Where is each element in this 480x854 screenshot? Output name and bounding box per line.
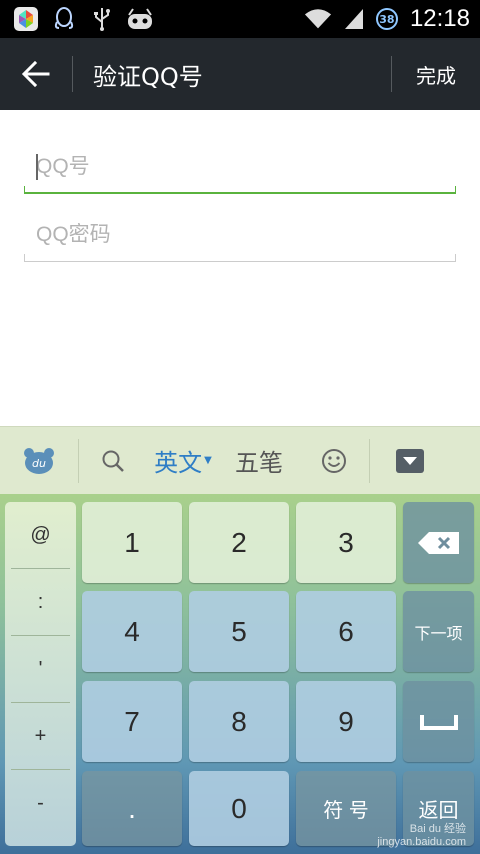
qq-number-field [24, 140, 456, 194]
done-button[interactable]: 完成 [392, 38, 480, 110]
key-4[interactable]: 4 [82, 591, 182, 672]
key-3[interactable]: 3 [296, 502, 396, 583]
field-underline [24, 186, 456, 194]
symbol-key[interactable]: ' [5, 636, 76, 703]
symbol-key[interactable]: - [5, 770, 76, 837]
key-7[interactable]: 7 [82, 681, 182, 762]
key-2[interactable]: 2 [189, 502, 289, 583]
watermark-url: jingyan.baidu.com [377, 836, 466, 848]
space-icon [419, 714, 458, 730]
space-key[interactable] [403, 681, 474, 762]
watermark-text: Bai du 经验 [409, 823, 466, 835]
wifi-icon [304, 5, 332, 33]
app-bar: 验证QQ号 完成 [0, 38, 480, 110]
watermark: Bai du 经验 jingyan.baidu.com [377, 820, 466, 848]
key-0[interactable]: 0 [189, 771, 289, 846]
key-6[interactable]: 6 [296, 591, 396, 672]
qq-number-input[interactable] [24, 155, 456, 179]
key-dot[interactable]: . [82, 771, 182, 846]
wubi-mode-label: 五笔 [235, 449, 283, 477]
app-bar-divider [72, 56, 73, 92]
key-1[interactable]: 1 [82, 502, 182, 583]
arrow-left-icon [22, 60, 50, 88]
keyboard-toolbar: du 英文 ▼ 五笔 [0, 426, 480, 494]
qq-password-field [24, 208, 456, 262]
android-debug-icon [126, 5, 154, 33]
battery-icon: 38 [375, 8, 398, 30]
delete-key[interactable] [403, 502, 474, 583]
backspace-icon [417, 531, 459, 554]
field-underline [24, 254, 456, 262]
usb-icon [88, 5, 116, 33]
english-mode-tab[interactable]: 英文 ▼ [147, 427, 219, 495]
keyboard: @ : ' + - 1 2 3 4 5 6 7 8 9 . 0 符 号 下一项 … [0, 494, 480, 854]
next-field-key[interactable]: 下一项 [403, 591, 474, 672]
symbol-column: @ : ' + - [5, 502, 76, 846]
qq-password-input[interactable] [24, 223, 456, 247]
symbol-key[interactable]: @ [5, 502, 76, 569]
svg-text:du: du [32, 457, 46, 470]
app-store-icon [12, 5, 40, 33]
search-icon[interactable] [79, 427, 147, 495]
key-8[interactable]: 8 [189, 681, 289, 762]
login-form [24, 140, 456, 262]
keyboard-hide-icon[interactable] [370, 427, 449, 495]
symbol-key[interactable]: + [5, 703, 76, 770]
back-button[interactable] [0, 38, 72, 110]
du-bear-icon[interactable]: du [0, 427, 78, 495]
smiley-icon[interactable] [299, 427, 369, 495]
page-title: 验证QQ号 [93, 62, 203, 91]
symbol-key[interactable]: : [5, 569, 76, 636]
key-5[interactable]: 5 [189, 591, 289, 672]
signal-icon [340, 5, 368, 33]
status-bar: 38 12:18 [0, 0, 480, 38]
qq-penguin-icon [50, 5, 78, 33]
key-9[interactable]: 9 [296, 681, 396, 762]
clock: 12:18 [409, 5, 470, 32]
chevron-down-icon: ▼ [204, 455, 212, 466]
text-cursor [36, 154, 38, 180]
english-mode-label: 英文 [154, 449, 203, 477]
wubi-mode-tab[interactable]: 五笔 [219, 427, 299, 495]
